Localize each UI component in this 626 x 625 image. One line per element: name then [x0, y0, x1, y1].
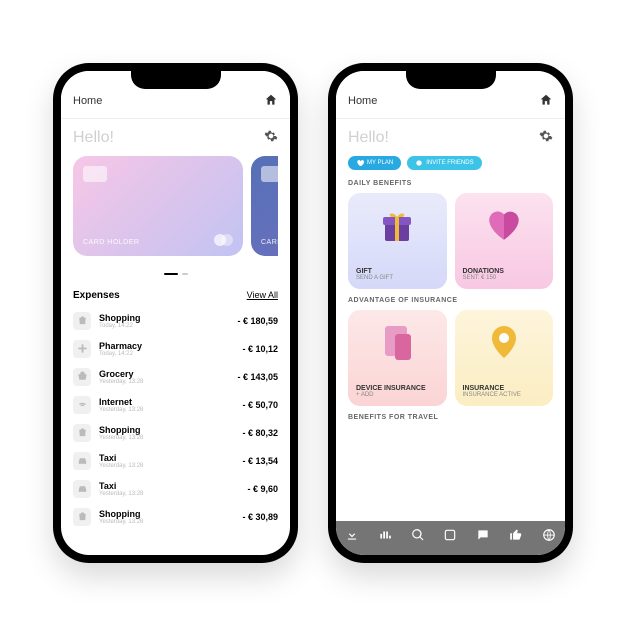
expense-row[interactable]: ShoppingToday, 14:22 - € 180,59	[73, 307, 278, 335]
expense-name: Shopping	[99, 313, 229, 323]
section-insurance: ADVANTAGE OF INSURANCE	[348, 297, 553, 304]
my-plan-pill[interactable]: MY PLAN	[348, 156, 401, 170]
search-icon[interactable]	[411, 528, 425, 547]
expense-amount: - € 30,89	[242, 512, 278, 522]
nav-title: Home	[348, 95, 377, 107]
home-icon[interactable]	[264, 93, 278, 110]
expense-name: Shopping	[99, 425, 234, 435]
expense-name: Internet	[99, 397, 234, 407]
notch	[406, 71, 496, 89]
greeting: Hello!	[348, 129, 389, 147]
expense-date: Yesterday, 13:28	[99, 379, 229, 385]
expense-name: Shopping	[99, 509, 234, 519]
expense-row[interactable]: InternetYesterday, 13:28 - € 50,70	[73, 391, 278, 419]
expense-amount: - € 80,32	[242, 428, 278, 438]
expense-name: Taxi	[99, 481, 239, 491]
expense-row[interactable]: TaxiYesterday, 13:28 - € 9,60	[73, 475, 278, 503]
globe-icon[interactable]	[542, 528, 556, 547]
phone-left: Home Hello! CARD HOLDER CA	[53, 63, 298, 563]
card-holder-label: CARD HOLDER	[83, 239, 139, 246]
expense-amount: - € 180,59	[237, 316, 278, 326]
expense-icon	[73, 424, 91, 442]
expense-icon	[73, 396, 91, 414]
expense-date: Today, 14:22	[99, 351, 234, 357]
bottom-nav	[336, 521, 565, 555]
expense-amount: - € 10,12	[242, 344, 278, 354]
section-daily: DAILY BENEFITS	[348, 180, 553, 187]
home-icon[interactable]	[539, 93, 553, 110]
expenses-title: Expenses	[73, 290, 120, 301]
chart-icon[interactable]	[378, 528, 392, 547]
nav-title: Home	[73, 95, 102, 107]
expense-amount: - € 50,70	[242, 400, 278, 410]
view-all-link[interactable]: View All	[247, 290, 278, 301]
expense-amount: - € 143,05	[237, 372, 278, 382]
chat-icon[interactable]	[476, 528, 490, 547]
expense-date: Yesterday, 13:28	[99, 519, 234, 525]
invite-friends-pill[interactable]: INVITE FRIENDS	[407, 156, 481, 170]
gear-icon[interactable]	[539, 129, 553, 148]
expense-row[interactable]: ShoppingYesterday, 13:28 - € 30,89	[73, 503, 278, 531]
expense-row[interactable]: TaxiYesterday, 13:28 - € 13,54	[73, 447, 278, 475]
card-holder-label: CARD HOLDER	[261, 239, 278, 246]
expense-date: Yesterday, 13:28	[99, 435, 234, 441]
expense-amount: - € 9,60	[247, 484, 278, 494]
expense-row[interactable]: PharmacyToday, 14:22 - € 10,12	[73, 335, 278, 363]
chip-icon	[261, 166, 278, 182]
tile-donations[interactable]: DONATIONSSENT: € 150	[455, 193, 554, 289]
expense-date: Yesterday, 13:28	[99, 491, 239, 497]
expense-name: Taxi	[99, 453, 234, 463]
device-icon	[356, 318, 439, 366]
expense-icon	[73, 312, 91, 330]
gift-icon	[356, 201, 439, 249]
card-2[interactable]: CARD HOLDER	[251, 156, 278, 256]
carousel-dots[interactable]	[73, 262, 278, 280]
expense-row[interactable]: GroceryYesterday, 13:28 - € 143,05	[73, 363, 278, 391]
expense-date: Yesterday, 13:28	[99, 463, 234, 469]
expense-date: Yesterday, 13:28	[99, 407, 234, 413]
mastercard-icon	[214, 234, 233, 246]
tile-gift[interactable]: GIFTSEND A GIFT	[348, 193, 447, 289]
cards-carousel[interactable]: CARD HOLDER CARD HOLDER	[73, 156, 278, 256]
gear-icon[interactable]	[264, 129, 278, 148]
greeting: Hello!	[73, 129, 114, 147]
expense-row[interactable]: ShoppingYesterday, 13:28 - € 80,32	[73, 419, 278, 447]
chip-icon	[83, 166, 107, 182]
expense-amount: - € 13,54	[242, 456, 278, 466]
expense-icon	[73, 368, 91, 386]
tile-insurance[interactable]: INSURANCEINSURANCE ACTIVE	[455, 310, 554, 406]
expense-icon	[73, 480, 91, 498]
expense-name: Grocery	[99, 369, 229, 379]
heart-icon	[463, 201, 546, 249]
section-travel: BENEFITS FOR TRAVEL	[348, 414, 553, 421]
tile-device-insurance[interactable]: DEVICE INSURANCE+ ADD	[348, 310, 447, 406]
notch	[131, 71, 221, 89]
expense-icon	[73, 340, 91, 358]
expense-name: Pharmacy	[99, 341, 234, 351]
download-icon[interactable]	[345, 528, 359, 547]
expense-date: Today, 14:22	[99, 323, 229, 329]
phone-right: Home Hello! MY PLAN INVITE FRIENDS DAILY…	[328, 63, 573, 563]
expense-icon	[73, 452, 91, 470]
app-icon[interactable]	[443, 528, 457, 547]
card-1[interactable]: CARD HOLDER	[73, 156, 243, 256]
location-pin-icon	[463, 318, 546, 366]
like-icon[interactable]	[509, 528, 523, 547]
expense-icon	[73, 508, 91, 526]
